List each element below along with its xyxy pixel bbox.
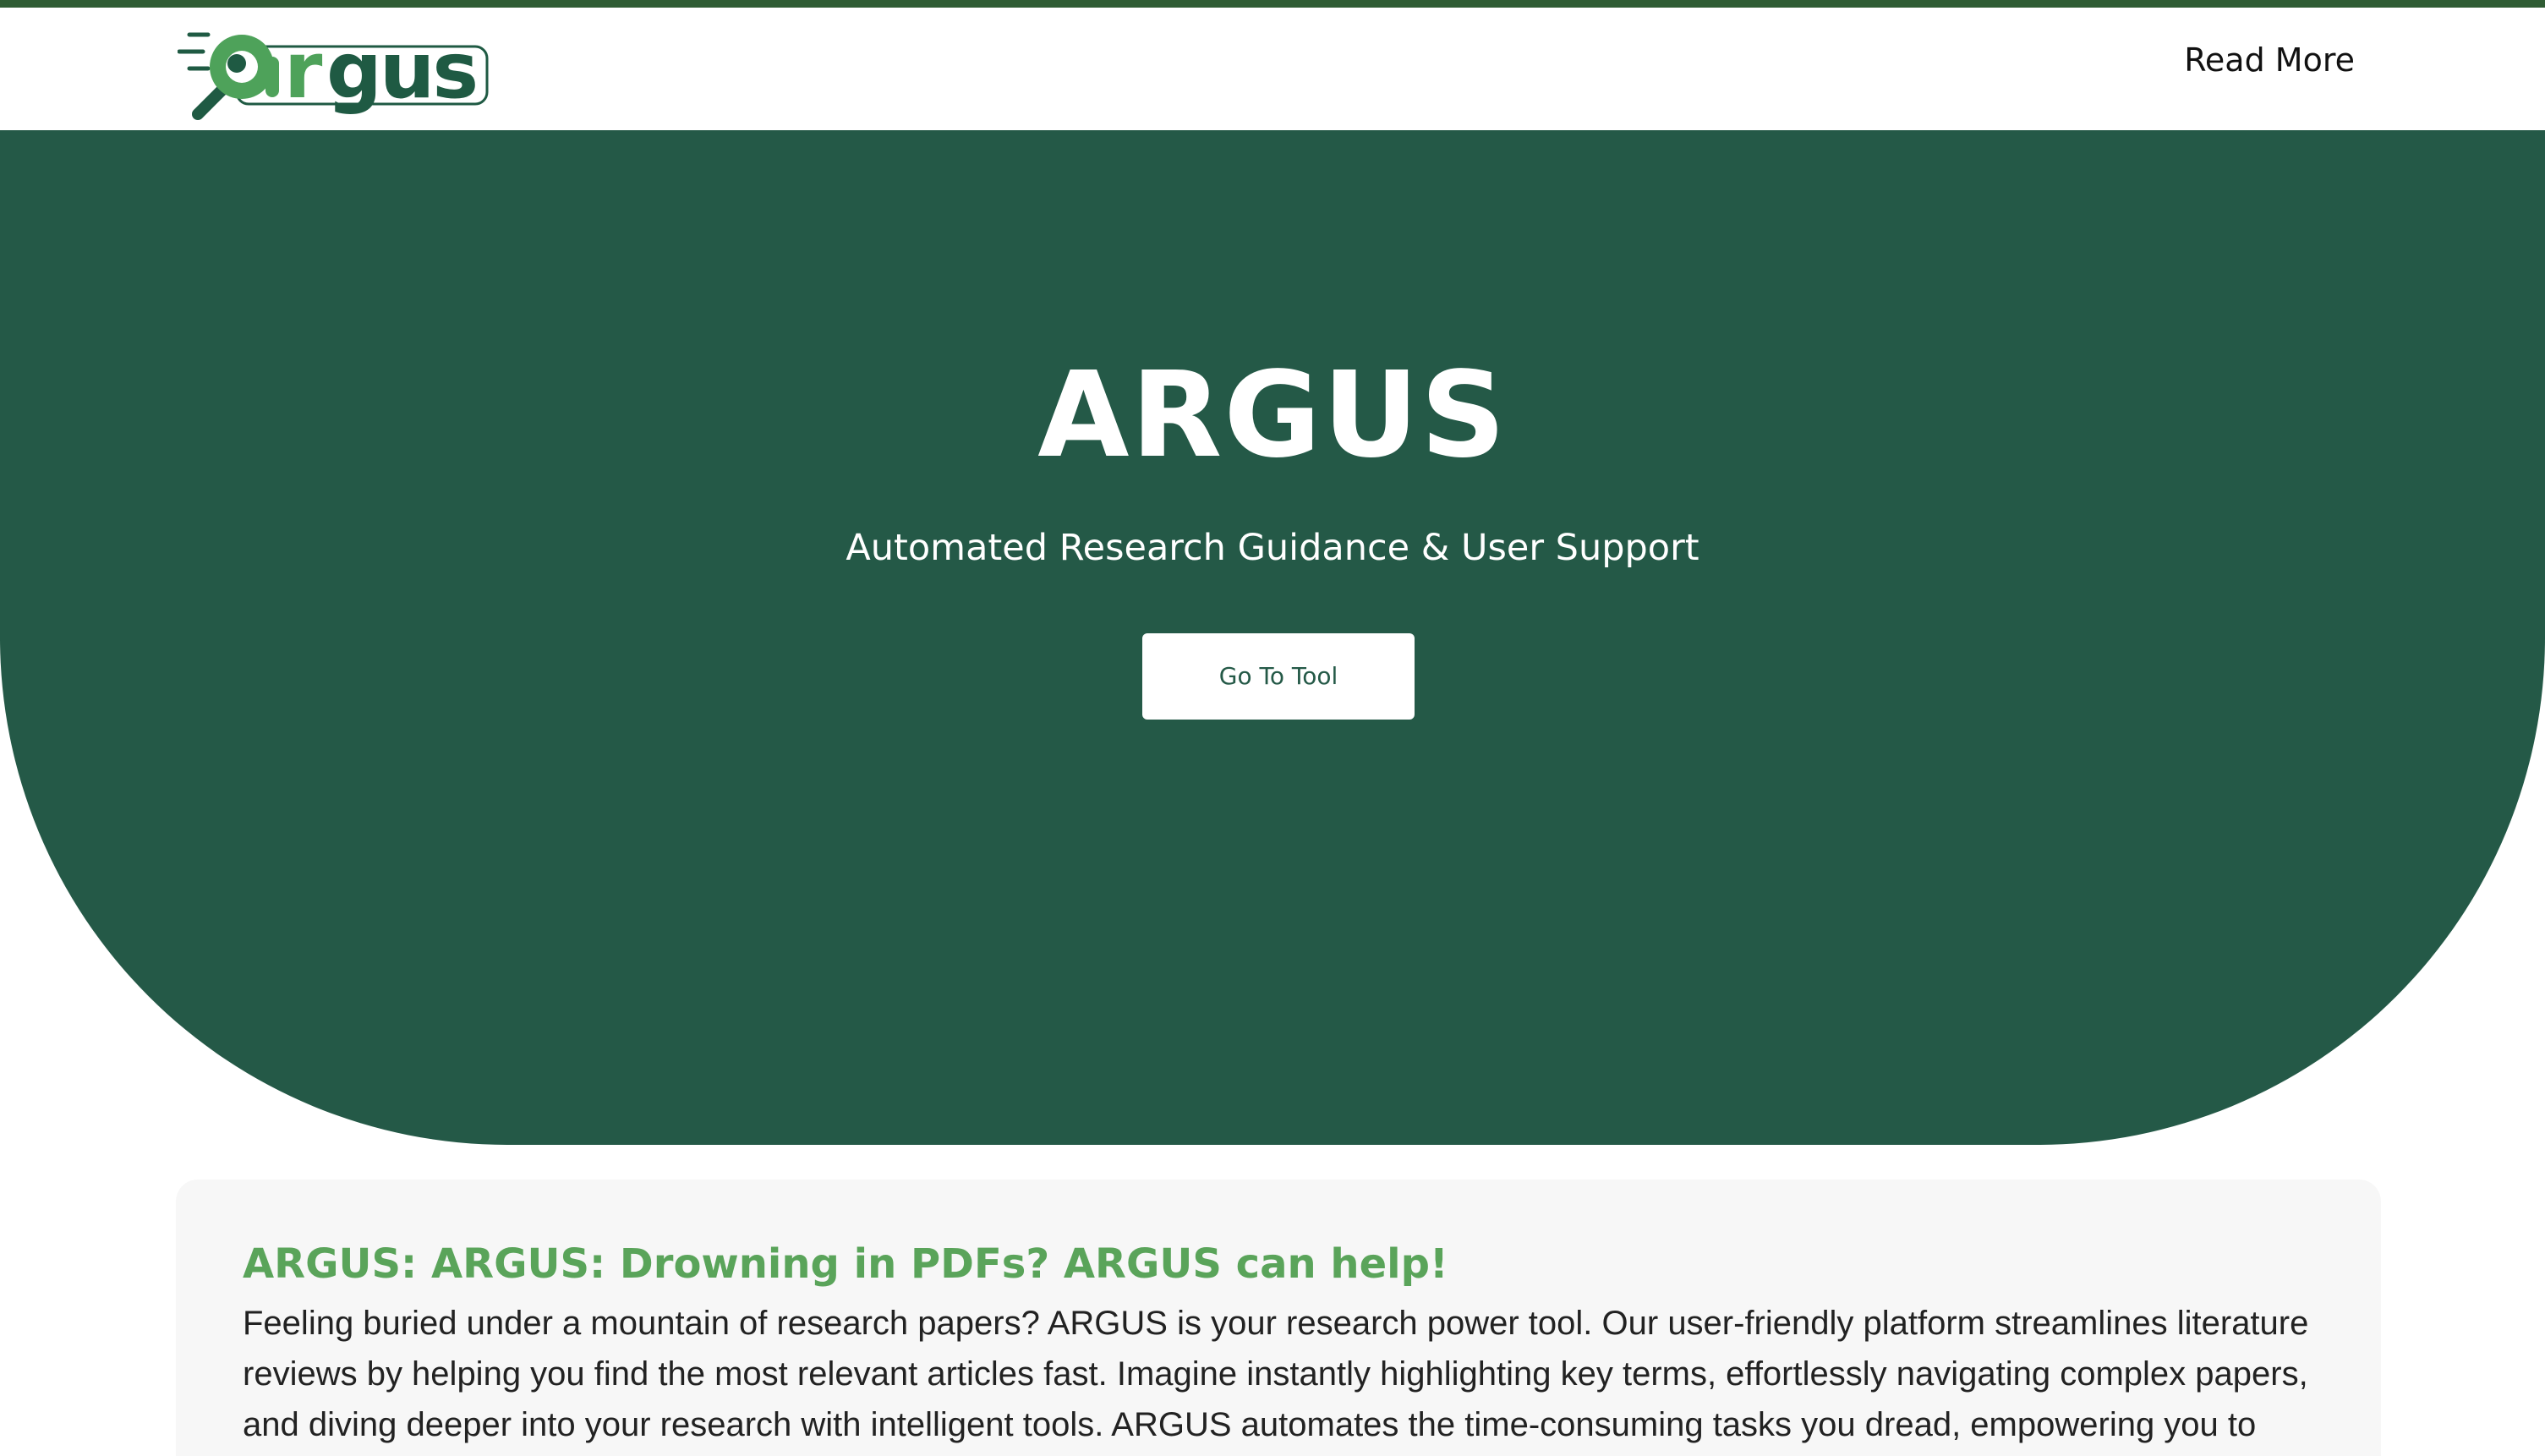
navbar: r gus Read More (0, 8, 2545, 130)
hero-title: ARGUS (1037, 347, 1508, 484)
argus-logo[interactable]: r gus (178, 23, 490, 126)
intro-card: ARGUS: ARGUS: Drowning in PDFs? ARGUS ca… (176, 1180, 2381, 1456)
hero-subtitle: Automated Research Guidance & User Suppo… (846, 527, 1699, 569)
logo-wordmark-g: gus (326, 25, 476, 116)
speed-lines-icon (178, 32, 211, 71)
intro-card-body: Feeling buried under a mountain of resea… (243, 1305, 2309, 1443)
read-more-link[interactable]: Read More (2184, 36, 2355, 84)
intro-card-title: ARGUS: ARGUS: Drowning in PDFs? ARGUS ca… (243, 1240, 1448, 1288)
logo-wordmark: r (284, 25, 323, 116)
top-accent-strip (0, 0, 2545, 8)
page: r gus Read More ARGUS Automated Research… (0, 0, 2545, 1456)
go-to-tool-button[interactable]: Go To Tool (1142, 633, 1415, 720)
